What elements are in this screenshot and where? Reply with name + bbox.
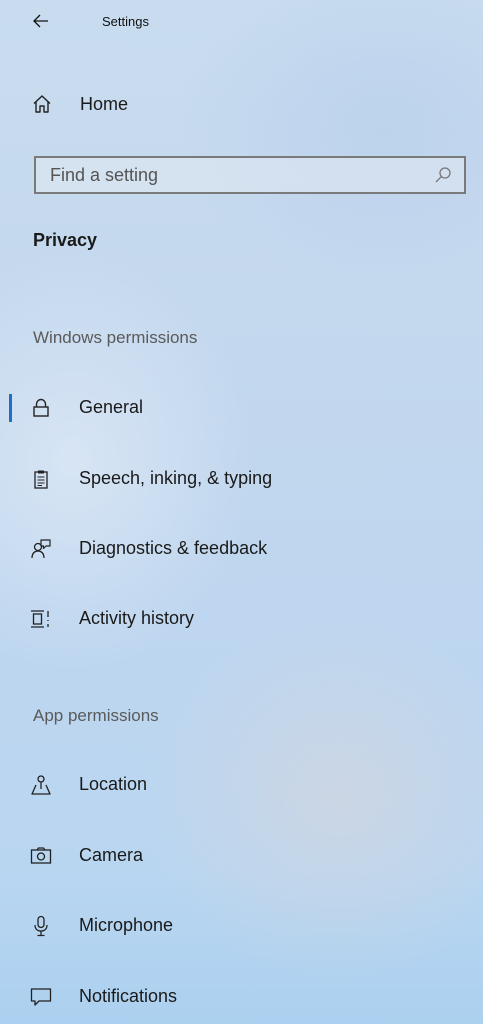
nav-item-notifications[interactable]: Notifications [0, 975, 483, 1019]
home-label: Home [80, 93, 129, 114]
window-title: Settings [102, 14, 149, 29]
home-link[interactable]: Home [24, 84, 128, 124]
search-box[interactable] [34, 156, 466, 194]
nav-item-activity-history[interactable]: Activity history [0, 597, 483, 641]
feedback-person-icon [30, 538, 52, 560]
microphone-icon [30, 915, 52, 937]
nav-item-label: Diagnostics & feedback [79, 538, 268, 558]
nav-item-location[interactable]: Location [0, 763, 483, 807]
activity-history-icon [30, 608, 52, 630]
section-title: Privacy [33, 230, 98, 250]
location-icon [30, 774, 52, 796]
title-bar: Settings [0, 0, 483, 46]
nav-item-diagnostics-feedback[interactable]: Diagnostics & feedback [0, 527, 483, 571]
notifications-icon [30, 986, 52, 1008]
nav-item-general[interactable]: General [0, 386, 483, 430]
home-icon [32, 92, 60, 116]
camera-icon [30, 845, 52, 867]
selection-indicator [9, 394, 12, 422]
nav-item-label: Speech, inking, & typing [79, 468, 273, 488]
nav-item-label: Camera [79, 845, 144, 865]
lock-icon [30, 397, 52, 419]
nav-item-label: General [79, 397, 144, 417]
search-icon[interactable] [434, 166, 452, 184]
group-label-app-permissions: App permissions [33, 706, 159, 725]
group-label-windows-permissions: Windows permissions [33, 328, 198, 347]
search-input[interactable] [48, 163, 412, 187]
nav-item-camera[interactable]: Camera [0, 834, 483, 878]
nav-item-label: Microphone [79, 915, 174, 935]
nav-item-microphone[interactable]: Microphone [0, 904, 483, 948]
clipboard-icon [30, 468, 52, 490]
nav-item-label: Location [79, 774, 148, 794]
back-button[interactable] [24, 6, 58, 36]
back-arrow-icon [33, 14, 49, 28]
nav-item-speech-inking-typing[interactable]: Speech, inking, & typing [0, 457, 483, 501]
nav-item-label: Notifications [79, 986, 178, 1006]
nav-item-label: Activity history [79, 608, 195, 628]
